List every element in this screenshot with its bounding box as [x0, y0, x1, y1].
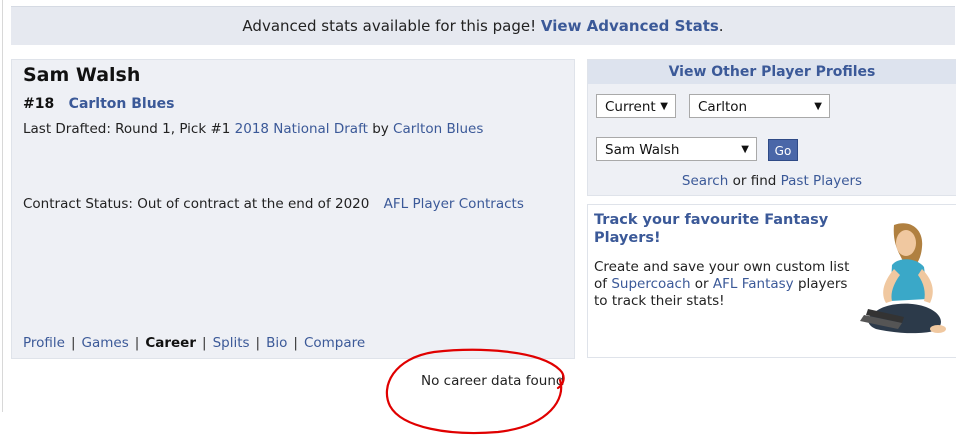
draft-team-link[interactable]: Carlton Blues: [393, 121, 483, 137]
tab-splits[interactable]: Splits: [213, 335, 250, 351]
or-find-text: or find: [732, 173, 777, 189]
go-button[interactable]: Go: [768, 139, 798, 161]
team-select-value: Carlton: [698, 99, 748, 115]
fantasy-description: Create and save your own custom list of …: [594, 259, 854, 310]
team-select[interactable]: Carlton ▼: [689, 94, 830, 118]
view-advanced-stats-link[interactable]: View Advanced Stats: [541, 17, 719, 35]
advanced-stats-banner: Advanced stats available for this page! …: [11, 6, 955, 45]
player-summary-panel: Sam Walsh #18 Carlton Blues Last Drafted…: [11, 59, 575, 359]
era-select[interactable]: Current ▼: [596, 94, 676, 118]
fantasy-title-link[interactable]: Track your favourite Fantasy Players!: [594, 211, 834, 247]
profile-tabs: Profile | Games | Career | Splits | Bio | Compare: [23, 335, 365, 351]
player-select-value: Sam Walsh: [605, 142, 680, 158]
era-select-value: Current: [605, 99, 656, 115]
fantasy-or: or: [694, 276, 709, 292]
page-left-border: [2, 0, 3, 412]
past-players-link[interactable]: Past Players: [781, 173, 862, 189]
player-team-link[interactable]: Carlton Blues: [69, 96, 175, 112]
chevron-down-icon: ▼: [814, 101, 822, 112]
afl-player-contracts-link[interactable]: AFL Player Contracts: [384, 196, 524, 212]
draft-year-link[interactable]: 2018 National Draft: [235, 121, 368, 137]
contract-status: Contract Status: Out of contract at the …: [23, 196, 524, 212]
banner-suffix: .: [718, 17, 724, 35]
tab-games[interactable]: Games: [82, 335, 129, 351]
girl-with-laptop-image: [860, 223, 946, 334]
afl-fantasy-link[interactable]: AFL Fantasy: [713, 276, 794, 292]
chevron-down-icon: ▼: [741, 144, 749, 155]
player-number: #18: [23, 96, 55, 112]
banner-text: Advanced stats available for this page!: [242, 17, 537, 35]
draft-info: Last Drafted: Round 1, Pick #1 2018 Nati…: [23, 121, 483, 137]
tab-separator: |: [134, 335, 140, 351]
chevron-down-icon: ▼: [660, 101, 668, 112]
tab-separator: |: [202, 335, 207, 351]
search-link[interactable]: Search: [682, 173, 728, 189]
player-number-line: #18 Carlton Blues: [23, 96, 175, 112]
search-line: Search or find Past Players: [588, 173, 956, 189]
other-profiles-title: View Other Player Profiles: [588, 60, 956, 84]
red-circle-annotation: [385, 348, 565, 435]
player-name: Sam Walsh: [23, 64, 141, 86]
tab-separator: |: [70, 335, 76, 351]
draft-prefix: Last Drafted: Round 1, Pick #1: [23, 121, 231, 137]
other-player-profiles-panel: View Other Player Profiles Current ▼ Car…: [587, 59, 956, 196]
contract-text: Contract Status: Out of contract at the …: [23, 196, 370, 212]
tab-separator: |: [255, 335, 261, 351]
fantasy-promo-panel: Track your favourite Fantasy Players! Cr…: [587, 204, 956, 358]
tab-separator: |: [293, 335, 298, 351]
player-select[interactable]: Sam Walsh ▼: [596, 137, 757, 161]
tab-profile[interactable]: Profile: [23, 335, 65, 351]
draft-by: by: [372, 121, 389, 137]
supercoach-link[interactable]: Supercoach: [611, 276, 690, 292]
tab-compare[interactable]: Compare: [304, 335, 365, 351]
tab-bio[interactable]: Bio: [266, 335, 287, 351]
tab-career[interactable]: Career: [145, 335, 196, 351]
